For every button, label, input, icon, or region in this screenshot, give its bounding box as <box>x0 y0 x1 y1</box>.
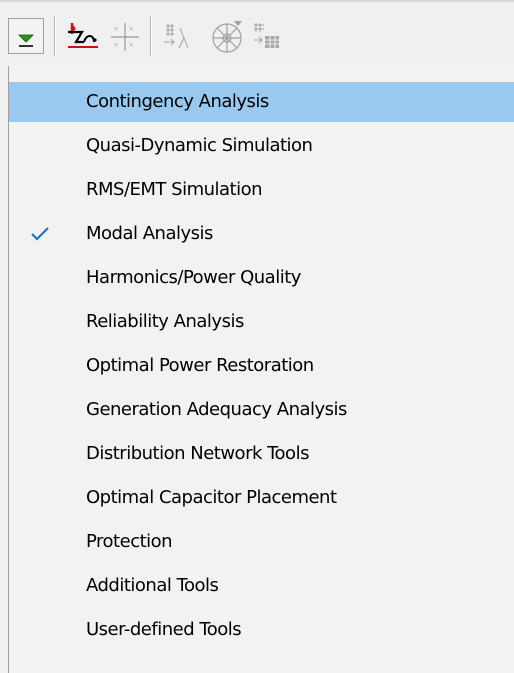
menu-item-label: Optimal Capacitor Placement <box>86 487 337 508</box>
toolbar-separator <box>150 16 152 56</box>
menu-item-label: User-defined Tools <box>86 619 242 640</box>
menu-item-label: Additional Tools <box>86 575 219 596</box>
eigenvalue-icon <box>164 24 189 49</box>
menu-item-label: Contingency Analysis <box>86 91 269 112</box>
eigenvalue-button[interactable] <box>160 20 200 54</box>
menu-item-modal-analysis[interactable]: Modal Analysis <box>9 214 514 254</box>
toolbox-menu: Contingency Analysis Quasi-Dynamic Simul… <box>8 66 514 673</box>
table-output-button[interactable] <box>250 20 284 54</box>
table-output-icon <box>254 23 279 48</box>
toolbar-top-border <box>0 0 514 2</box>
menu-item-distribution-network-tools[interactable]: Distribution Network Tools <box>9 434 514 474</box>
menu-item-reliability-analysis[interactable]: Reliability Analysis <box>9 302 514 342</box>
menu-item-harmonics-power-quality[interactable]: Harmonics/Power Quality <box>9 258 514 298</box>
menu-item-label: Protection <box>86 531 173 552</box>
menu-item-rms-emt-simulation[interactable]: RMS/EMT Simulation <box>9 170 514 210</box>
load-flow-grid-icon: × × × × <box>111 23 139 51</box>
checkmark-icon <box>31 227 49 241</box>
grid-analysis-button[interactable]: × × × × <box>108 20 142 54</box>
short-circuit-button[interactable] <box>64 20 104 54</box>
svg-text:×: × <box>114 25 118 33</box>
harmonics-button[interactable] <box>208 18 246 56</box>
menu-item-optimal-power-restoration[interactable]: Optimal Power Restoration <box>9 346 514 386</box>
menu-item-label: Distribution Network Tools <box>86 443 309 464</box>
dropdown-arrow-icon <box>18 34 34 47</box>
menu-item-user-defined-tools[interactable]: User-defined Tools <box>9 610 514 650</box>
toolbox-dropdown-button[interactable] <box>8 18 44 54</box>
menu-item-label: Optimal Power Restoration <box>86 355 314 376</box>
toolbar: × × × × <box>0 0 514 66</box>
menu-item-protection[interactable]: Protection <box>9 522 514 562</box>
menu-item-label: Quasi-Dynamic Simulation <box>86 135 313 156</box>
toolbar-separator <box>54 16 56 56</box>
svg-text:×: × <box>129 41 133 49</box>
menu-item-label: RMS/EMT Simulation <box>86 179 263 200</box>
svg-text:×: × <box>129 25 133 33</box>
menu-item-label: Harmonics/Power Quality <box>86 267 301 288</box>
menu-item-label: Generation Adequacy Analysis <box>86 399 347 420</box>
menu-item-generation-adequacy-analysis[interactable]: Generation Adequacy Analysis <box>9 390 514 430</box>
svg-text:×: × <box>114 41 118 49</box>
short-circuit-icon <box>68 23 98 48</box>
menu-item-optimal-capacitor-placement[interactable]: Optimal Capacitor Placement <box>9 478 514 518</box>
menu-item-additional-tools[interactable]: Additional Tools <box>9 566 514 606</box>
menu-item-label: Reliability Analysis <box>86 311 244 332</box>
menu-item-quasi-dynamic-simulation[interactable]: Quasi-Dynamic Simulation <box>9 126 514 166</box>
harmonics-wheel-icon <box>212 21 242 53</box>
menu-item-contingency-analysis[interactable]: Contingency Analysis <box>9 82 514 122</box>
menu-item-label: Modal Analysis <box>86 223 213 244</box>
